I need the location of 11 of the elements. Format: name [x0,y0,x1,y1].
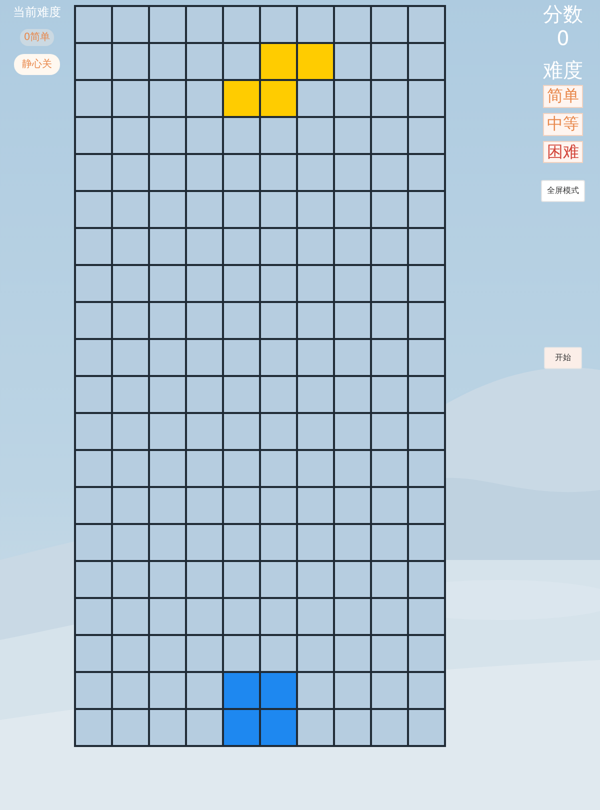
score-label: 分数 [543,2,583,26]
fullscreen-button[interactable]: 全屏模式 [541,180,585,202]
difficulty-title: 当前难度 [13,4,61,21]
difficulty-label: 难度 [543,58,583,82]
start-button[interactable]: 开始 [544,347,582,370]
score-value: 0 [556,26,570,50]
mode-button[interactable]: 静心关 [14,54,60,75]
difficulty-button[interactable]: 中等 [543,112,583,136]
difficulty-button[interactable]: 困难 [543,140,583,164]
difficulty-button[interactable]: 简单 [543,85,583,108]
current-level: 0简单 [20,29,54,46]
